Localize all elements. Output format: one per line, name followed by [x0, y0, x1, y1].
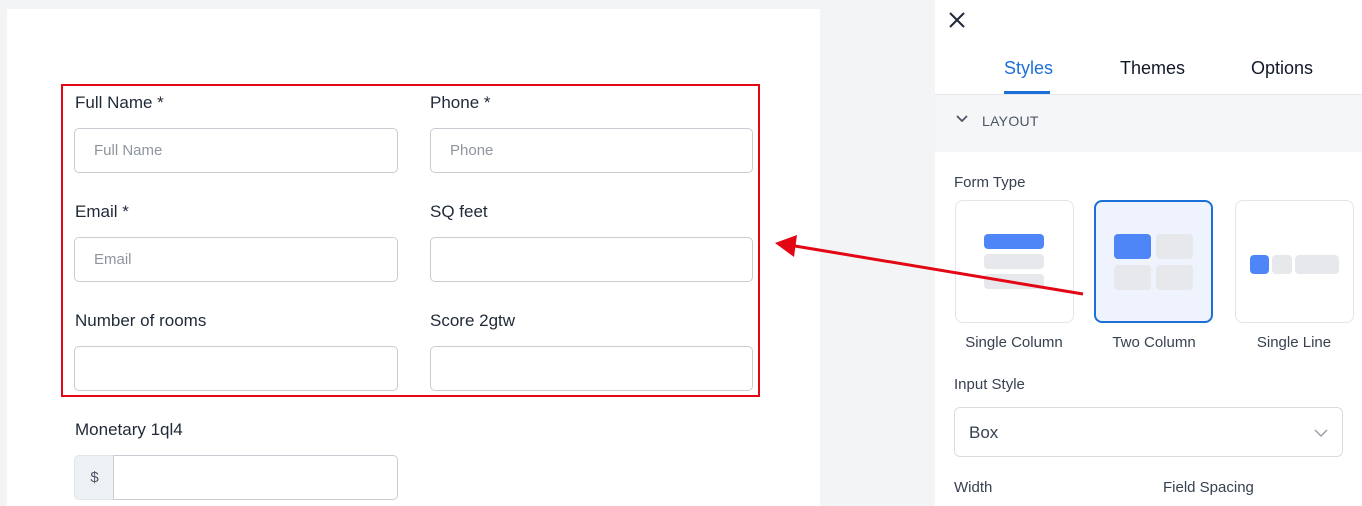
input-style-label: Input Style: [954, 376, 1025, 393]
number-of-rooms-input[interactable]: [74, 346, 398, 391]
monetary-label: Monetary 1ql4: [75, 420, 183, 439]
form-type-label: Form Type: [954, 174, 1026, 191]
email-label: Email *: [75, 202, 129, 221]
input-style-select[interactable]: [954, 407, 1343, 457]
full-name-label: Full Name *: [75, 93, 164, 112]
email-input[interactable]: [74, 237, 398, 282]
phone-label: Phone *: [430, 93, 491, 112]
tab-options[interactable]: Options: [1251, 58, 1313, 79]
two-column-caption: Two Column: [1112, 334, 1196, 351]
layout-preview-block: [984, 254, 1044, 269]
layout-preview-block: [984, 274, 1044, 289]
number-of-rooms-label: Number of rooms: [75, 311, 207, 330]
close-icon[interactable]: [945, 8, 969, 32]
tab-styles[interactable]: Styles: [1004, 58, 1053, 79]
score-label: Score 2gtw: [430, 311, 516, 330]
input-style-value: Box: [969, 423, 999, 442]
layout-preview-block: [1272, 255, 1292, 274]
single-line-caption: Single Line: [1256, 334, 1332, 351]
phone-input[interactable]: [430, 128, 753, 173]
chevron-down-icon: [1314, 429, 1328, 438]
layout-preview-block: [1250, 255, 1269, 274]
layout-preview-block: [1114, 265, 1151, 290]
layout-preview-block: [984, 234, 1044, 249]
form-type-single-line[interactable]: [1235, 200, 1354, 323]
layout-preview-block: [1295, 255, 1339, 274]
sq-feet-label: SQ feet: [430, 202, 488, 221]
layout-preview-block: [1156, 234, 1193, 259]
layout-preview-block: [1156, 265, 1193, 290]
monetary-input[interactable]: [113, 455, 398, 500]
chevron-down-icon[interactable]: [955, 112, 969, 126]
single-column-caption: Single Column: [965, 334, 1063, 351]
sq-feet-input[interactable]: [430, 237, 753, 282]
field-spacing-label: Field Spacing: [1163, 479, 1254, 496]
layout-preview-block: [1114, 234, 1151, 259]
form-type-single-column[interactable]: [955, 200, 1074, 323]
form-type-two-column[interactable]: [1094, 200, 1213, 323]
tab-themes[interactable]: Themes: [1120, 58, 1185, 79]
currency-prefix: $: [74, 455, 114, 500]
full-name-input[interactable]: [74, 128, 398, 173]
width-label: Width: [954, 479, 993, 496]
score-input[interactable]: [430, 346, 753, 391]
layout-section-title: LAYOUT: [982, 113, 1039, 129]
